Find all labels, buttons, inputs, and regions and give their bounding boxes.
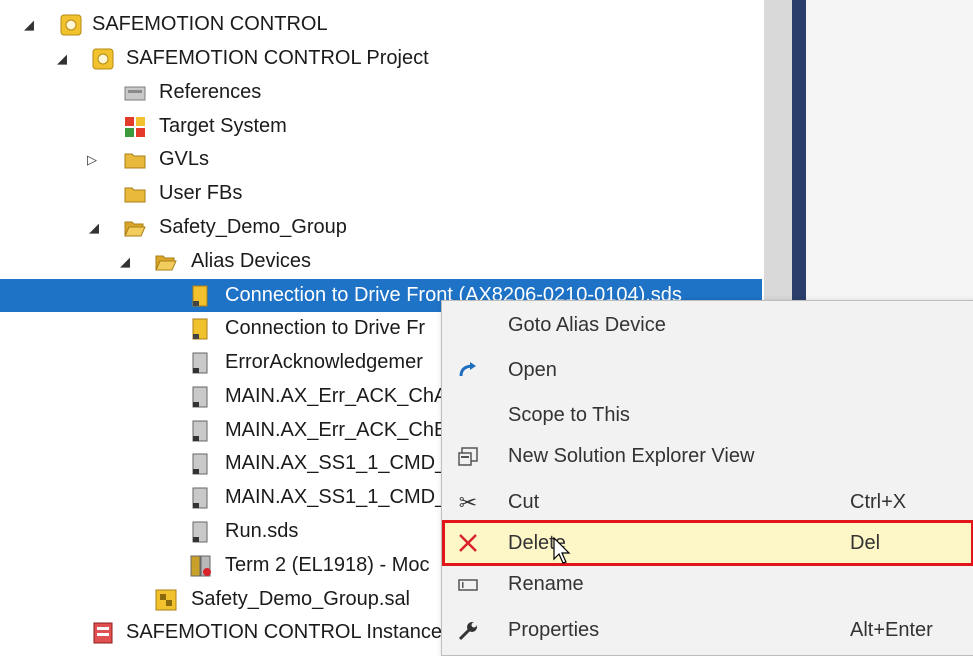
alias-device-icon (192, 386, 208, 407)
wrench-icon (456, 619, 480, 643)
folder-icon (124, 153, 146, 168)
tree-item-safemotion-control[interactable]: ◢ SAFEMOTION CONTROL (0, 8, 762, 41)
tree-item-label: GVLs (159, 148, 210, 170)
tree-item-label: SAFEMOTION CONTROL Project (126, 47, 429, 69)
tree-item-label: MAIN.AX_Err_ACK_ChA (225, 385, 448, 407)
menu-item-shortcut: Alt+Enter (850, 619, 933, 641)
references-icon (124, 86, 146, 100)
tree-item-label: SAFEMOTION CONTROL Instance (126, 621, 442, 643)
alias-device-icon (192, 521, 208, 542)
expand-arrow-icon[interactable]: ◢ (55, 51, 69, 66)
tree-item-label: Run.sds (225, 520, 299, 542)
tree-item-user-fbs[interactable]: User FBs (0, 177, 762, 210)
alias-device-icon (192, 453, 208, 474)
tree-item-label: MAIN.AX_Err_ACK_ChB (225, 419, 448, 441)
tree-item-label: MAIN.AX_SS1_1_CMD_ (225, 452, 447, 474)
mouse-pointer-icon (553, 537, 571, 564)
menu-item-open[interactable]: Open (442, 350, 973, 390)
delete-x-icon (456, 531, 480, 555)
menu-item-shortcut: Ctrl+X (850, 491, 907, 513)
expand-arrow-icon[interactable]: ◢ (22, 17, 36, 32)
connection-device-icon (192, 318, 208, 339)
expand-arrow-icon[interactable]: ◢ (118, 254, 132, 269)
tree-item-gvls[interactable]: ▷ GVLs (0, 143, 762, 176)
tree-item-label: MAIN.AX_SS1_1_CMD_ (225, 486, 447, 508)
tree-item-label: Target System (159, 115, 287, 137)
tree-item-label: Safety_Demo_Group (159, 216, 347, 238)
alias-device-icon (192, 420, 208, 441)
menu-item-rename[interactable]: Rename (442, 564, 973, 604)
tree-item-references[interactable]: References (0, 76, 762, 109)
tree-item-label: SAFEMOTION CONTROL (92, 13, 328, 35)
context-menu: Goto Alias Device Open Scope to This New… (441, 300, 973, 656)
menu-item-label: Properties (508, 619, 600, 641)
connection-device-icon (192, 285, 208, 306)
tree-item-target-system[interactable]: Target System (0, 110, 762, 143)
menu-item-label: Rename (508, 573, 584, 595)
menu-item-new-solution-explorer-view[interactable]: New Solution Explorer View (442, 436, 973, 476)
tree-item-label: Term 2 (EL1918) - Moc (225, 554, 430, 576)
folder-open-icon (124, 221, 146, 236)
menu-item-label: New Solution Explorer View (508, 445, 755, 467)
instance-icon (93, 622, 113, 643)
menu-item-label: Cut (508, 491, 540, 513)
menu-item-label: Scope to This (508, 404, 630, 426)
alias-device-icon (192, 352, 208, 373)
menu-item-properties[interactable]: Properties Alt+Enter (442, 610, 973, 650)
menu-item-shortcut: Del (850, 532, 881, 554)
tree-item-label: References (159, 81, 262, 103)
tree-item-alias-devices[interactable]: ◢ Alias Devices (0, 245, 762, 278)
folder-open-icon (155, 255, 177, 270)
collapse-arrow-icon[interactable]: ▷ (85, 152, 99, 167)
tree-item-label: Alias Devices (191, 250, 312, 272)
safety-group-file-icon (155, 589, 177, 610)
menu-item-label: Open (508, 359, 557, 381)
menu-item-goto-alias-device[interactable]: Goto Alias Device (442, 305, 973, 345)
expand-arrow-icon[interactable]: ◢ (87, 220, 101, 235)
new-view-icon (456, 445, 480, 469)
tree-item-label: User FBs (159, 182, 243, 204)
target-system-icon (125, 116, 145, 137)
tree-item-safemotion-project[interactable]: ◢ SAFEMOTION CONTROL Project (0, 42, 762, 75)
menu-item-delete[interactable]: Delete Del (442, 520, 973, 566)
safety-project-icon (92, 48, 114, 69)
menu-item-cut[interactable]: ✂ Cut Ctrl+X (442, 482, 973, 522)
tree-item-safety-demo-group[interactable]: ◢ Safety_Demo_Group (0, 211, 762, 244)
tree-item-label: Safety_Demo_Group.sal (191, 588, 411, 610)
menu-item-label: Goto Alias Device (508, 314, 666, 336)
safety-project-icon (60, 14, 82, 35)
tree-item-label: Connection to Drive Fr (225, 317, 426, 339)
folder-icon (124, 187, 146, 202)
menu-item-scope-to-this[interactable]: Scope to This (442, 395, 973, 435)
scissors-icon: ✂ (458, 490, 478, 515)
rename-icon (456, 573, 480, 597)
open-icon (456, 359, 480, 383)
tree-item-label: ErrorAcknowledgemer (225, 351, 423, 373)
alias-device-icon (192, 487, 208, 508)
terminal-icon (190, 555, 211, 576)
